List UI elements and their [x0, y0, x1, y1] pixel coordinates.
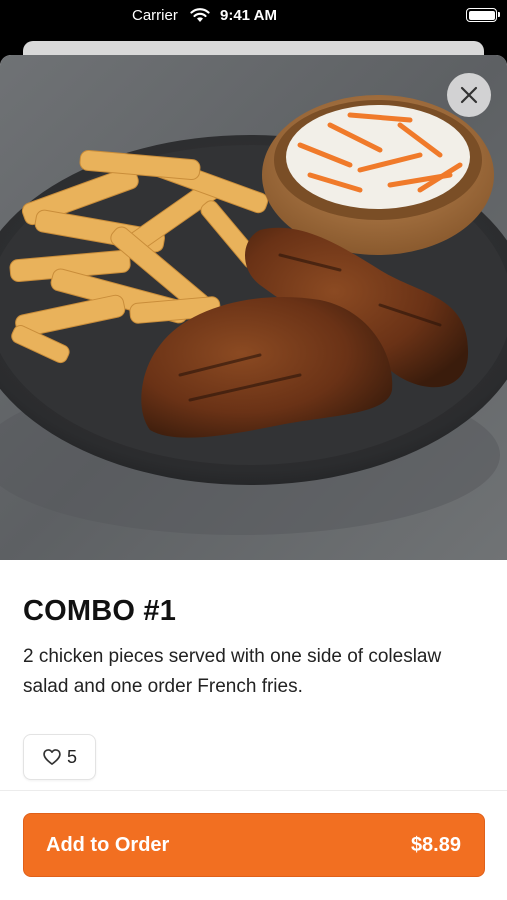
like-count: 5 — [66, 746, 77, 767]
add-to-order-label: Add to Order — [46, 834, 170, 856]
item-description: 2 chicken pieces served with one side of… — [23, 646, 442, 697]
like-button[interactable]: 5 — [23, 734, 96, 780]
carrier-label: Carrier — [132, 7, 178, 24]
status-time: 9:41 AM — [220, 7, 277, 24]
order-price: $8.89 — [410, 834, 461, 856]
close-button[interactable] — [447, 73, 491, 117]
status-bar: Carrier 9:41 AM — [0, 0, 507, 32]
add-to-order-button[interactable]: Add to Order $8.89 — [23, 813, 485, 877]
item-photo — [0, 55, 507, 560]
heart-icon — [43, 749, 61, 765]
divider — [0, 790, 507, 791]
battery-icon — [466, 8, 500, 22]
close-icon — [460, 86, 478, 104]
item-title: COMBO #1 — [23, 595, 177, 627]
item-detail-sheet: COMBO #1 2 chicken pieces served with on… — [0, 55, 507, 900]
wifi-icon — [190, 8, 210, 22]
